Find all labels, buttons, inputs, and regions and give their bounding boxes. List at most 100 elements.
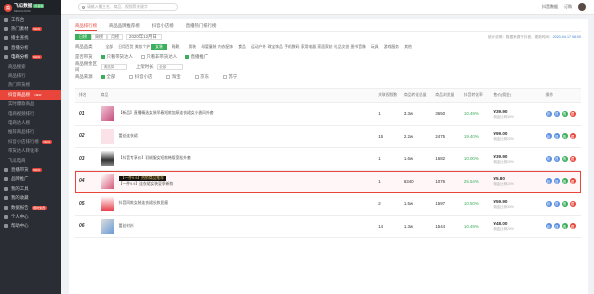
cart-icon[interactable]: 购 xyxy=(561,155,568,162)
category-option[interactable]: 家居家纺 xyxy=(317,44,334,50)
order-link[interactable]: 订购 xyxy=(564,4,572,10)
origin-radio[interactable]: 全部 xyxy=(101,74,115,80)
category-option[interactable]: 图书音像 xyxy=(350,44,367,50)
platform-switch[interactable]: 抖音数据 xyxy=(542,4,558,10)
sidebar-item[interactable]: 个人中心 xyxy=(0,212,61,221)
avatar[interactable] xyxy=(578,3,586,11)
favorite-icon[interactable]: 藏 xyxy=(569,155,576,162)
product-name[interactable]: 【一件9.9】热销商品推荐 【一件9.9】连衣裙女装夏季新款 xyxy=(118,175,174,187)
sidebar-item[interactable]: 播主查找 xyxy=(0,34,61,43)
ranking-tab[interactable]: 商品排行榜 xyxy=(75,23,97,31)
source-checkbox[interactable]: 直播推广 xyxy=(185,54,208,60)
period-button[interactable]: 周榜 xyxy=(91,34,107,40)
sidebar-item[interactable]: 商品排行 xyxy=(0,71,61,80)
ranking-tab[interactable]: 直播热门排行榜 xyxy=(186,23,217,31)
radio-icon[interactable] xyxy=(129,75,134,79)
category-option[interactable]: 鞋靴 xyxy=(167,44,184,50)
category-option[interactable]: 家用电器 xyxy=(300,44,317,50)
sidebar-item[interactable]: 电商分析 NEW xyxy=(0,53,61,62)
category-option[interactable]: 游戏服务 xyxy=(383,44,400,50)
product-title[interactable]: 【一件9.9】连衣裙女装夏季新款 xyxy=(119,182,174,187)
brand-logo[interactable]: 瓜 飞瓜数据 抖音版 FEIGUA DATA xyxy=(0,0,61,15)
video-icon[interactable]: 视 xyxy=(553,133,560,140)
product-name[interactable]: 【抖音专享价】羽绒服女短款韩版宽松外套 xyxy=(119,156,191,161)
origin-radio[interactable]: 苏宁 xyxy=(222,74,237,80)
analysis-icon[interactable]: 析 xyxy=(545,178,552,185)
source-checkbox[interactable]: 只看带货达人 xyxy=(101,54,133,60)
category-option[interactable]: 全部 xyxy=(101,44,118,50)
sidebar-item[interactable]: 数据报告 限时免费 xyxy=(0,203,61,212)
analysis-icon[interactable]: 析 xyxy=(545,223,552,230)
product-title[interactable]: 抖音同款女装连衣裙长款显瘦 xyxy=(119,201,168,206)
category-option[interactable]: 母婴童装 xyxy=(201,44,218,50)
search-input[interactable]: 请输入播主名、商品、视频等关键字 xyxy=(87,5,148,10)
analysis-icon[interactable]: 析 xyxy=(545,155,552,162)
analysis-icon[interactable]: 析 xyxy=(545,110,552,117)
sidebar-item[interactable]: 电商达人榜 xyxy=(0,118,61,127)
cart-icon[interactable]: 购 xyxy=(561,223,568,230)
sidebar-item[interactable]: 飞瓜电商 xyxy=(0,156,61,165)
category-option[interactable]: 内衣配饰 xyxy=(217,44,234,50)
product-title[interactable]: 蕾丝衬衫 xyxy=(119,224,134,229)
category-option[interactable]: 运动户外 xyxy=(250,44,267,50)
sidebar-item[interactable]: 推荐商品排行 xyxy=(0,128,61,137)
table-row[interactable]: 04 【一件9.9】热销商品推荐 【一件9.9】连衣裙女装夏季新款 1 6340 1076… xyxy=(75,170,581,193)
commission-select[interactable]: 请选择 xyxy=(101,64,127,70)
product-thumbnail[interactable] xyxy=(100,128,114,144)
sidebar-item[interactable]: 品牌推广 xyxy=(0,175,61,184)
category-option[interactable]: 女装 xyxy=(150,44,168,50)
category-option[interactable]: 其他 xyxy=(400,44,417,50)
favorite-icon[interactable]: 藏 xyxy=(569,110,576,117)
sidebar-item[interactable]: 直播分析 xyxy=(0,43,61,52)
checkbox-icon[interactable] xyxy=(185,55,190,59)
product-name[interactable]: 蕾丝连衣裙 xyxy=(119,134,138,139)
sidebar-item[interactable]: 直播带货 NEW xyxy=(0,165,61,174)
favorite-icon[interactable]: 藏 xyxy=(569,200,576,207)
sidebar-item[interactable]: 商品搜索 xyxy=(0,62,61,71)
product-title[interactable]: 【抖音专享价】羽绒服女短款韩版宽松外套 xyxy=(119,156,191,161)
checkbox-icon[interactable] xyxy=(140,55,145,59)
sidebar-item[interactable]: 热门带货榜 xyxy=(0,81,61,90)
category-option[interactable]: 珠宝饰品 xyxy=(267,44,284,50)
favorite-icon[interactable]: 藏 xyxy=(569,223,576,230)
sidebar-item[interactable]: 带货达人转化率 xyxy=(0,146,61,155)
product-thumbnail[interactable] xyxy=(100,218,114,234)
sidebar-item[interactable]: 抖音商品榜 NEW xyxy=(0,90,61,100)
table-row[interactable]: 06 蕾丝衬衫 14 1.3w 1544 10.49% ¥48.00 佣金比例20% 析视购藏 xyxy=(75,216,581,238)
video-icon[interactable]: 视 xyxy=(553,200,560,207)
video-icon[interactable]: 视 xyxy=(553,110,560,117)
category-option[interactable]: 手机数码 xyxy=(284,44,301,50)
table-row[interactable]: 05 抖音同款女装连衣裙长款显瘦 2 1.5w 1597 10.50% ¥59.90 佣金比例… xyxy=(75,193,581,216)
video-icon[interactable]: 视 xyxy=(553,155,560,162)
analysis-icon[interactable]: 析 xyxy=(545,133,552,140)
favorite-icon[interactable]: 藏 xyxy=(569,133,576,140)
cart-icon[interactable]: 购 xyxy=(561,110,568,117)
sidebar-item[interactable]: 我的工具 xyxy=(0,184,61,193)
category-option[interactable]: 美妆个护 xyxy=(134,44,151,50)
origin-radio[interactable]: 淘宝 xyxy=(166,74,181,80)
category-option[interactable]: 日用百货 xyxy=(118,44,135,50)
sidebar-item[interactable]: 工作台 xyxy=(0,15,61,24)
sidebar-item[interactable]: 实时爆款商品 xyxy=(0,100,61,109)
product-title[interactable]: 【新品】直播精选女装早春短款加厚连衣裙女小香风外套 xyxy=(119,111,214,116)
table-row[interactable]: 01 【新品】直播精选女装早春短款加厚连衣裙女小香风外套 1 3.3w 3650 10.4… xyxy=(75,103,581,126)
checkbox-icon[interactable] xyxy=(101,55,105,59)
radio-icon[interactable] xyxy=(166,75,171,79)
radio-icon[interactable] xyxy=(222,75,227,79)
cart-icon[interactable]: 购 xyxy=(561,200,568,207)
cart-icon[interactable]: 购 xyxy=(561,133,568,140)
search-box[interactable]: 请输入播主名、商品、视频等关键字 xyxy=(78,3,178,11)
product-title[interactable]: 蕾丝连衣裙 xyxy=(119,134,138,139)
table-row[interactable]: 03 【抖音专享价】羽绒服女短款韩版宽松外套 1 1.6w 1682 10.00% ¥39.… xyxy=(75,148,581,171)
category-option[interactable]: 男装 xyxy=(184,44,201,50)
product-name[interactable]: 蕾丝衬衫 xyxy=(119,224,134,229)
sidebar-item[interactable]: 我的收藏 xyxy=(0,193,61,202)
source-checkbox[interactable]: 只看非带货达人 xyxy=(140,54,177,60)
period-button[interactable]: 日榜 xyxy=(75,34,91,40)
radio-icon[interactable] xyxy=(194,75,199,79)
favorite-icon[interactable]: 藏 xyxy=(569,178,576,185)
category-option[interactable]: 礼品文创 xyxy=(333,44,350,50)
shelf-select[interactable]: 全部 xyxy=(156,64,183,70)
origin-radio[interactable]: 抖音小店 xyxy=(129,74,152,80)
cart-icon[interactable]: 购 xyxy=(561,178,568,185)
